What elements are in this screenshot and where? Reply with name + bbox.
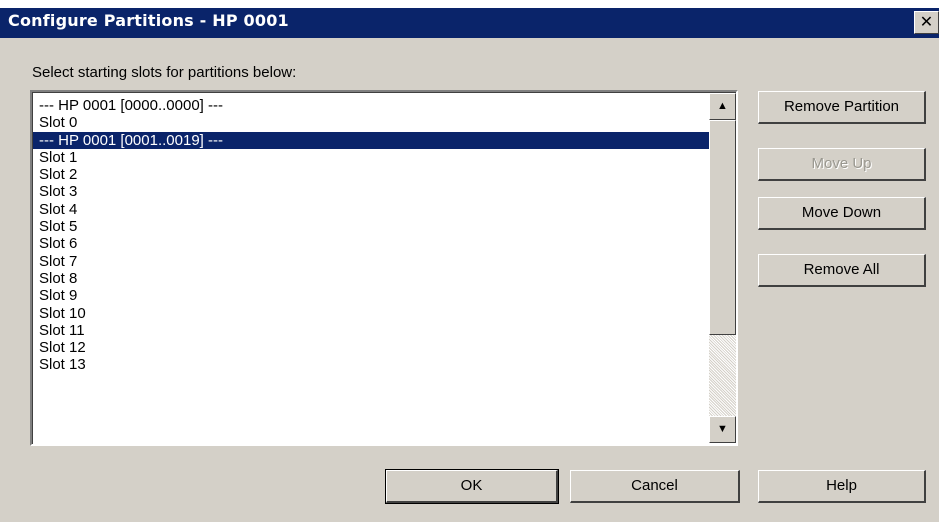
list-item[interactable]: Slot 12 (33, 339, 709, 356)
scroll-up-button[interactable]: ▲ (709, 93, 736, 120)
vertical-scrollbar[interactable]: ▲ ▼ (709, 93, 736, 443)
listbox-items: --- HP 0001 [0000..0000] --- Slot 0 --- HP… (33, 97, 709, 374)
close-icon: ✕ (919, 12, 934, 31)
move-down-button[interactable]: Move Down (758, 197, 926, 230)
list-item[interactable]: --- HP 0001 [0000..0000] --- (33, 97, 709, 114)
partition-slot-listbox[interactable]: --- HP 0001 [0000..0000] --- Slot 0 --- HP… (30, 90, 738, 446)
instruction-label: Select starting slots for partitions bel… (32, 64, 297, 81)
remove-all-button[interactable]: Remove All (758, 254, 926, 287)
move-up-button[interactable]: Move Up (758, 148, 926, 181)
list-item[interactable]: Slot 3 (33, 183, 709, 200)
arrow-up-icon: ▲ (717, 100, 728, 112)
list-item[interactable]: Slot 7 (33, 253, 709, 270)
scrollbar-thumb[interactable] (709, 120, 736, 335)
cancel-button[interactable]: Cancel (570, 470, 740, 503)
list-item[interactable]: Slot 4 (33, 201, 709, 218)
list-item-selected[interactable]: --- HP 0001 [0001..0019] --- (33, 131, 709, 149)
scroll-down-button[interactable]: ▼ (709, 416, 736, 443)
help-button[interactable]: Help (758, 470, 926, 503)
remove-partition-button[interactable]: Remove Partition (758, 91, 926, 124)
list-item[interactable]: Slot 2 (33, 166, 709, 183)
list-item[interactable]: Slot 1 (33, 149, 709, 166)
list-item[interactable]: Slot 0 (33, 114, 709, 131)
list-item[interactable]: Slot 9 (33, 287, 709, 304)
list-item[interactable]: Slot 5 (33, 218, 709, 235)
ok-button[interactable]: OK (385, 469, 559, 504)
arrow-down-icon: ▼ (717, 423, 728, 435)
window-title: Configure Partitions - HP 0001 (8, 11, 289, 30)
list-item[interactable]: Slot 8 (33, 270, 709, 287)
title-bar: Configure Partitions - HP 0001 (0, 8, 939, 38)
list-item[interactable]: Slot 10 (33, 305, 709, 322)
list-item[interactable]: Slot 11 (33, 322, 709, 339)
close-button[interactable]: ✕ (914, 11, 939, 34)
list-item[interactable]: Slot 13 (33, 356, 709, 373)
listbox-frame: --- HP 0001 [0000..0000] --- Slot 0 --- HP… (32, 92, 736, 444)
list-item[interactable]: Slot 6 (33, 235, 709, 252)
